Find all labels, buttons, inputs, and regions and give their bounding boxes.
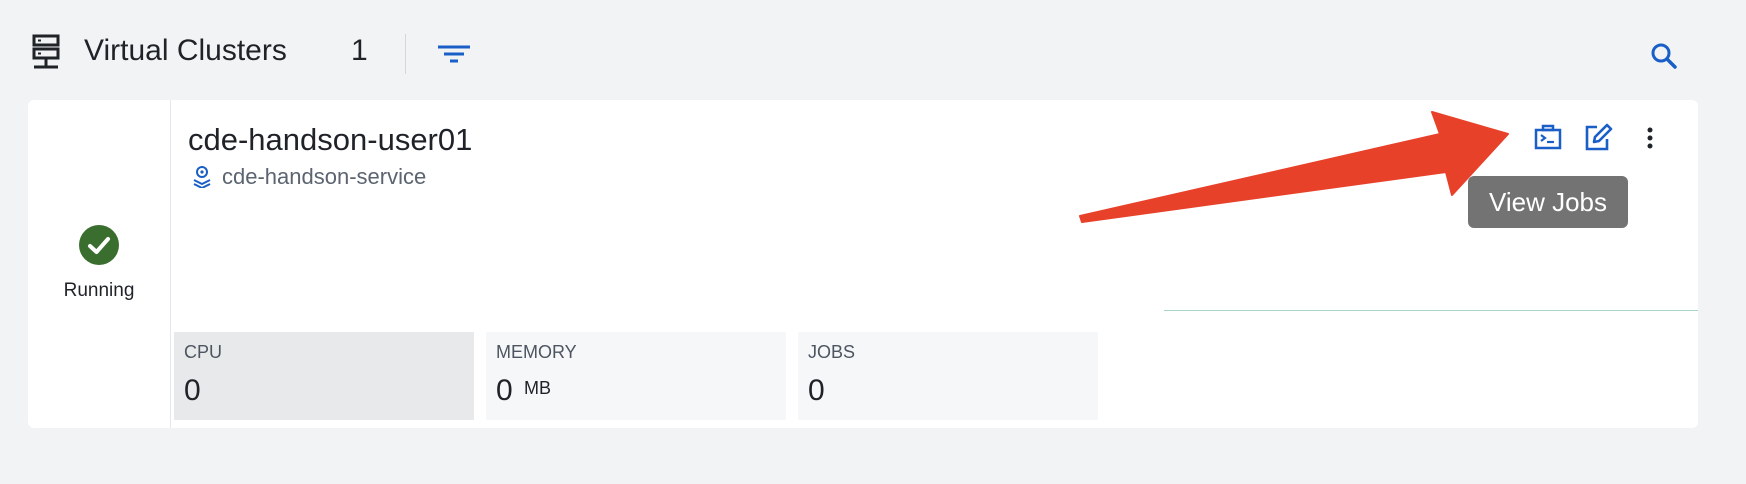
jobs-value: 0 xyxy=(808,374,825,407)
filter-button[interactable] xyxy=(434,40,474,70)
edit-button[interactable] xyxy=(1580,120,1616,156)
edit-icon xyxy=(1585,123,1613,151)
cpu-value: 0 xyxy=(184,374,201,407)
more-options-button[interactable] xyxy=(1632,120,1668,156)
filter-icon xyxy=(438,45,470,63)
terminal-icon xyxy=(1534,124,1562,150)
separator-line xyxy=(1164,310,1698,311)
cluster-count: 1 xyxy=(351,34,368,67)
view-jobs-tooltip: View Jobs xyxy=(1468,176,1628,228)
memory-value: 0 xyxy=(496,374,513,407)
search-button[interactable] xyxy=(1646,38,1682,74)
header-divider xyxy=(405,34,406,74)
memory-stat: MEMORY 0 MB xyxy=(486,332,786,420)
server-icon xyxy=(32,34,60,69)
service-name[interactable]: cde-handson-service xyxy=(222,164,426,190)
view-jobs-button[interactable] xyxy=(1530,120,1566,156)
service-icon xyxy=(193,166,211,188)
memory-unit: MB xyxy=(524,378,551,398)
jobs-stat: JOBS 0 xyxy=(798,332,1098,420)
memory-label: MEMORY xyxy=(496,342,577,362)
page-header: Virtual Clusters 1 xyxy=(0,0,1746,100)
check-circle-icon xyxy=(79,225,119,265)
jobs-label: JOBS xyxy=(808,342,856,362)
cpu-label: CPU xyxy=(184,342,223,362)
status-label: Running xyxy=(63,280,135,301)
more-vertical-icon xyxy=(1647,127,1653,149)
cluster-name[interactable]: cde-handson-user01 xyxy=(188,122,472,158)
status-column: Running xyxy=(28,100,171,428)
search-icon xyxy=(1651,43,1677,69)
virtual-cluster-card[interactable]: Running cde-handson-user01 cde-handson-s… xyxy=(28,100,1698,428)
page-title: Virtual Clusters xyxy=(84,34,287,67)
cpu-stat: CPU 0 xyxy=(174,332,474,420)
